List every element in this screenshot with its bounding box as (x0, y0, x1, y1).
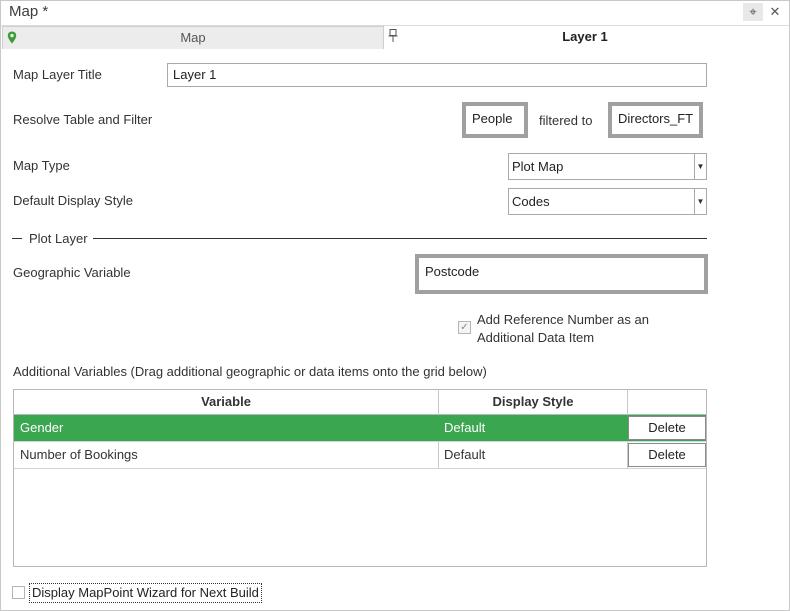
tab-map[interactable]: Map (2, 26, 384, 49)
additional-variables-grid: Variable Display Style Gender Default De… (13, 389, 707, 567)
section-divider (12, 238, 22, 239)
wizard-checkbox[interactable] (12, 586, 25, 599)
resolve-table-value: People (466, 106, 524, 134)
map-layer-title-input[interactable]: Layer 1 (167, 63, 707, 87)
default-display-style-value: Codes (512, 194, 550, 209)
tab-layer-label: Layer 1 (562, 29, 608, 44)
add-reference-label-line2: Additional Data Item (477, 330, 595, 345)
cell-variable: Number of Bookings (20, 447, 138, 462)
cell-display-style[interactable]: Default (444, 420, 485, 435)
title-bar: Map * ⌖ ✕ (1, 1, 789, 26)
geographic-variable-field[interactable]: Postcode (415, 254, 708, 294)
resolve-table-label: Resolve Table and Filter (13, 112, 153, 127)
column-header-action (628, 390, 706, 414)
chevron-down-icon[interactable]: ▼ (694, 189, 706, 214)
map-type-select[interactable]: Plot Map ▼ (508, 153, 707, 180)
geographic-variable-label: Geographic Variable (13, 265, 131, 280)
map-marker-icon (7, 27, 17, 51)
column-header-display-style[interactable]: Display Style (439, 390, 627, 414)
cell-display-style[interactable]: Default (444, 447, 485, 462)
table-row[interactable]: Gender Default Delete (14, 415, 706, 442)
window-title: Map * (9, 3, 49, 20)
tab-layer-1[interactable]: Layer 1 (384, 26, 786, 48)
delete-button[interactable]: Delete (628, 443, 706, 467)
geographic-variable-value: Postcode (419, 258, 704, 290)
map-window: Map * ⌖ ✕ Map Layer 1 Map Layer Title La… (0, 0, 790, 611)
default-display-style-label: Default Display Style (13, 193, 133, 208)
tab-bar: Map Layer 1 (1, 26, 787, 49)
resolve-table-field[interactable]: People (462, 102, 528, 138)
cell-variable: Gender (20, 420, 64, 435)
plot-layer-section-title: Plot Layer (29, 231, 88, 246)
tab-map-label: Map (180, 30, 206, 45)
chevron-down-icon[interactable]: ▼ (694, 154, 706, 179)
grid-header: Variable Display Style (14, 390, 706, 415)
pin-icon[interactable]: ⌖ (743, 3, 763, 21)
section-divider (93, 238, 707, 239)
map-type-label: Map Type (13, 158, 70, 173)
map-type-value: Plot Map (512, 159, 564, 174)
filtered-to-label: filtered to (539, 113, 593, 128)
default-display-style-select[interactable]: Codes ▼ (508, 188, 707, 215)
additional-variables-caption: Additional Variables (Drag additional ge… (13, 364, 487, 379)
delete-button[interactable]: Delete (628, 416, 706, 440)
table-row[interactable]: Number of Bookings Default Delete (14, 442, 706, 469)
add-reference-label-line1: Add Reference Number as an (477, 312, 649, 327)
column-header-variable[interactable]: Variable (14, 390, 438, 414)
pin-icon (388, 26, 398, 50)
close-icon[interactable]: ✕ (765, 3, 785, 21)
map-layer-title-label: Map Layer Title (13, 67, 102, 82)
add-reference-checkbox[interactable]: ✓ (458, 321, 471, 334)
resolve-filter-field[interactable]: Directors_FT (608, 102, 703, 138)
resolve-filter-value: Directors_FT (612, 106, 699, 134)
wizard-checkbox-label[interactable]: Display MapPoint Wizard for Next Build (29, 583, 262, 603)
